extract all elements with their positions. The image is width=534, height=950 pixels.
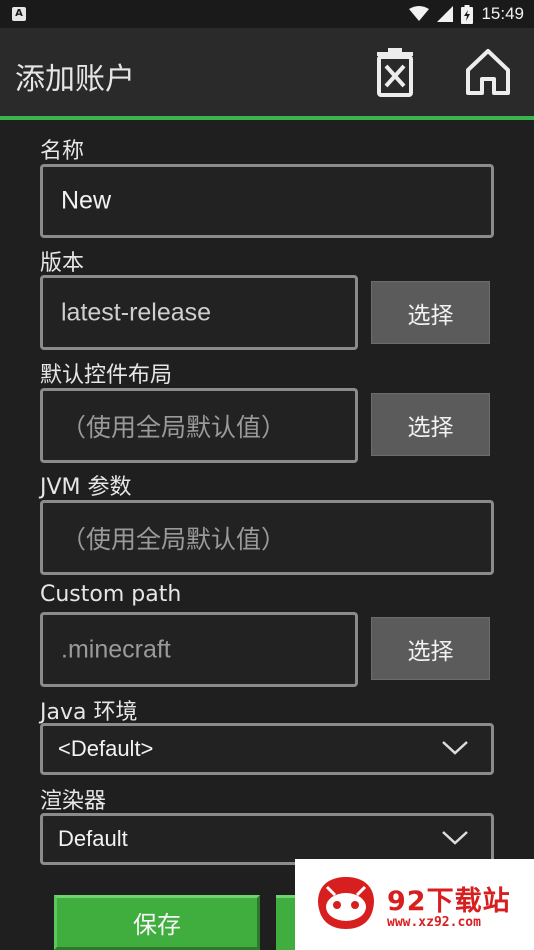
- java-env-label: Java 环境: [40, 700, 138, 725]
- home-button[interactable]: [460, 44, 516, 100]
- control-layout-field[interactable]: （使用全局默认值）: [40, 388, 358, 463]
- save-button[interactable]: 保存: [54, 895, 260, 950]
- name-value: New: [61, 186, 112, 215]
- version-field[interactable]: latest-release: [40, 275, 358, 350]
- control-layout-label: 默认控件布局: [40, 363, 173, 388]
- home-icon: [466, 49, 510, 95]
- status-bar: A 15:49: [0, 0, 534, 28]
- custom-path-placeholder: .minecraft: [61, 635, 171, 663]
- renderer-label: 渲染器: [40, 789, 107, 814]
- control-layout-placeholder: （使用全局默认值）: [61, 413, 287, 442]
- jvm-args-placeholder: （使用全局默认值）: [61, 525, 287, 554]
- chevron-down-icon: [442, 741, 468, 755]
- watermark-url: www.xz92.com: [387, 915, 481, 930]
- notification-icon: A: [12, 7, 26, 21]
- app-bar: 添加账户: [0, 28, 534, 116]
- java-env-dropdown[interactable]: <Default>: [40, 723, 494, 775]
- wifi-icon: [409, 6, 430, 21]
- jvm-args-field[interactable]: （使用全局默认值）: [40, 500, 494, 575]
- chevron-down-icon: [442, 831, 468, 845]
- delete-icon: [377, 48, 413, 97]
- control-layout-select-button[interactable]: 选择: [371, 393, 490, 456]
- clock: 15:49: [481, 4, 524, 23]
- signal-icon: [437, 6, 454, 22]
- delete-button[interactable]: [367, 44, 423, 100]
- watermark-logo-icon: [318, 877, 374, 929]
- custom-path-field[interactable]: .minecraft: [40, 612, 358, 687]
- custom-path-label: Custom path: [40, 582, 182, 607]
- renderer-selected: Default: [58, 826, 128, 851]
- status-icons: 15:49: [409, 0, 524, 28]
- custom-path-select-button[interactable]: 选择: [371, 617, 490, 680]
- page-title: 添加账户: [15, 62, 135, 97]
- version-select-button[interactable]: 选择: [371, 281, 490, 344]
- name-label: 名称: [40, 139, 85, 164]
- account-form: 名称 New 版本 latest-release 选择 默认控件布局 （使用全局…: [0, 120, 534, 950]
- java-env-selected: <Default>: [58, 736, 154, 761]
- renderer-dropdown[interactable]: Default: [40, 813, 494, 865]
- battery-icon: [461, 4, 474, 24]
- name-field[interactable]: New: [40, 164, 494, 238]
- version-label: 版本: [40, 251, 85, 276]
- watermark: 92下载站 www.xz92.com: [295, 859, 534, 950]
- jvm-args-label: JVM 参数: [40, 475, 132, 500]
- version-value: latest-release: [61, 298, 212, 326]
- watermark-title: 92下载站: [387, 886, 511, 917]
